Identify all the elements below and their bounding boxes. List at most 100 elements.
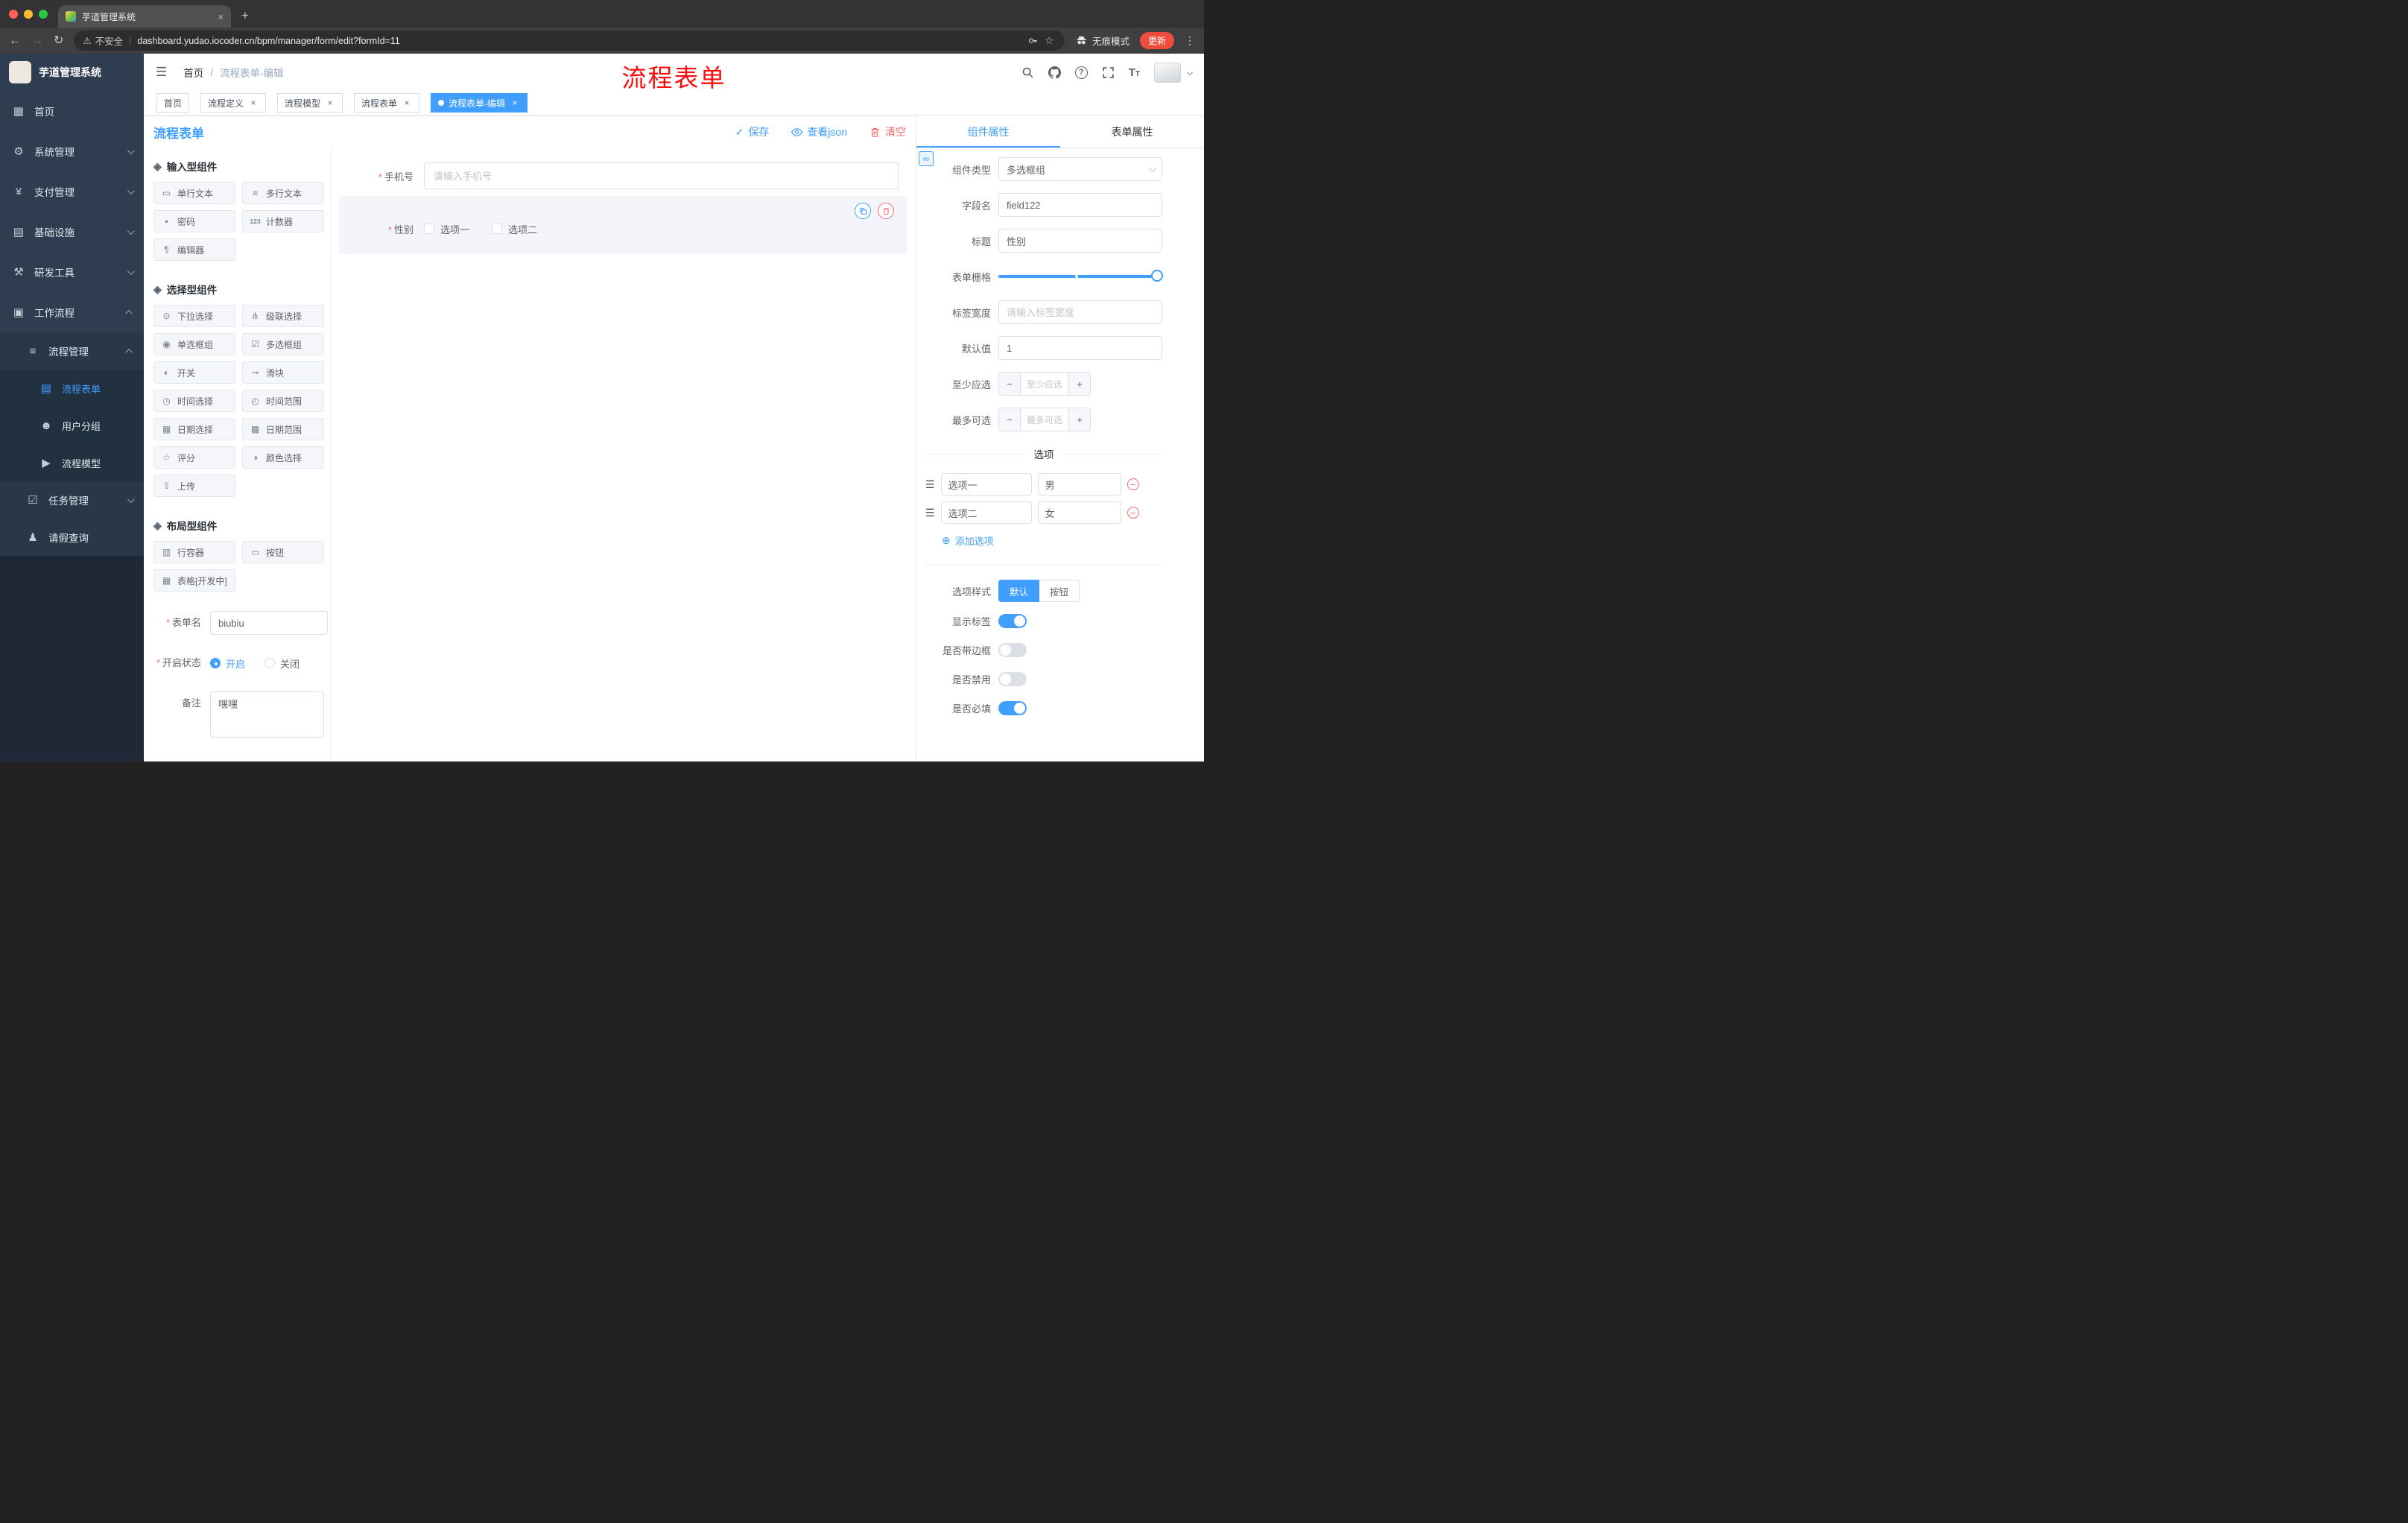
palette-item-upload[interactable]: ⇪ 上传 xyxy=(153,475,235,497)
fullscreen-icon[interactable] xyxy=(1102,66,1115,79)
palette-item-single-text[interactable]: ▭ 单行文本 xyxy=(153,182,235,204)
palette-item-dropdown[interactable]: ⊙ 下拉选择 xyxy=(153,305,235,327)
remove-option-icon[interactable]: − xyxy=(1127,507,1139,519)
tab-close-icon[interactable]: × xyxy=(218,11,224,22)
tag-process-form-edit[interactable]: 流程表单-编辑 × xyxy=(431,93,528,113)
palette-item-checkbox-group[interactable]: ☑ 多选框组 xyxy=(242,333,324,355)
plus-button[interactable]: + xyxy=(1068,373,1090,395)
palette-item-counter[interactable]: 123 计数器 xyxy=(242,210,324,232)
radio-on[interactable]: 开启 xyxy=(210,656,245,671)
sidebar-item-process-model[interactable]: ▶ 流程模型 xyxy=(0,444,144,481)
sidebar-item-leave-query[interactable]: ♟ 请假查询 xyxy=(0,519,144,556)
title-input[interactable] xyxy=(998,229,1162,253)
default-value-input[interactable] xyxy=(998,336,1162,360)
disabled-switch[interactable] xyxy=(998,672,1027,686)
minus-button[interactable]: − xyxy=(999,373,1021,395)
slider-handle[interactable] xyxy=(1151,270,1163,282)
palette-item-password[interactable]: ▪ 密码 xyxy=(153,210,235,232)
grid-slider[interactable] xyxy=(998,265,1163,288)
search-icon[interactable] xyxy=(1021,66,1034,79)
sidebar-item-system[interactable]: ⚙ 系统管理 xyxy=(0,131,144,171)
drag-handle-icon[interactable]: ☰ xyxy=(925,479,935,490)
palette-item-color-picker[interactable]: ◑ 颜色选择 xyxy=(242,446,324,469)
save-button[interactable]: ✓ 保存 xyxy=(735,124,770,139)
back-icon[interactable]: ← xyxy=(9,34,21,47)
sidebar-item-task-mgmt[interactable]: ☑ 任务管理 xyxy=(0,481,144,519)
palette-item-radio-group[interactable]: ◉ 单选框组 xyxy=(153,333,235,355)
sidebar-item-home[interactable]: ▦ 首页 xyxy=(0,91,144,131)
palette-item-row-container[interactable]: ▥ 行容器 xyxy=(153,541,235,563)
password-key-icon[interactable] xyxy=(1027,35,1039,46)
avatar[interactable] xyxy=(1154,62,1181,83)
sidebar-item-workflow[interactable]: ▣ 工作流程 xyxy=(0,292,144,332)
github-icon[interactable] xyxy=(1048,66,1061,79)
sidebar-item-process-form[interactable]: ▤ 流程表单 xyxy=(0,370,144,407)
maximize-window-button[interactable] xyxy=(39,9,48,19)
checkbox-option-1[interactable]: 选项一 xyxy=(424,222,469,236)
max-select-placeholder[interactable]: 最多可选 xyxy=(1021,408,1068,431)
palette-item-rate[interactable]: ☆ 评分 xyxy=(153,446,235,469)
font-size-icon[interactable]: TT xyxy=(1129,66,1140,79)
option-2-value-input[interactable] xyxy=(1037,501,1121,524)
palette-item-slider[interactable]: ⊸ 滑块 xyxy=(242,361,324,384)
required-switch[interactable] xyxy=(998,701,1027,715)
reload-icon[interactable]: ↻ xyxy=(54,34,63,47)
palette-item-time-picker[interactable]: ◷ 时间选择 xyxy=(153,390,235,412)
field-name-input[interactable] xyxy=(998,193,1162,217)
link-icon[interactable]: ∞ xyxy=(919,151,934,166)
tag-close-icon[interactable]: × xyxy=(248,98,259,108)
drag-handle-icon[interactable]: ☰ xyxy=(925,507,935,518)
min-select-placeholder[interactable]: 至少应选 xyxy=(1021,373,1068,395)
tag-close-icon[interactable]: × xyxy=(510,98,520,108)
option-1-name-input[interactable] xyxy=(940,473,1032,495)
tag-process-form[interactable]: 流程表单 × xyxy=(354,93,420,113)
tab-form-props[interactable]: 表单属性 xyxy=(1060,115,1204,148)
bookmark-star-icon[interactable]: ☆ xyxy=(1045,35,1056,46)
palette-item-cascader[interactable]: ⋔ 级联选择 xyxy=(242,305,324,327)
phone-input[interactable] xyxy=(424,162,899,189)
minus-button[interactable]: − xyxy=(999,408,1021,431)
clear-button[interactable]: 清空 xyxy=(869,124,906,139)
close-window-button[interactable] xyxy=(9,9,18,19)
palette-item-button[interactable]: ▭ 按钮 xyxy=(242,541,324,563)
canvas-item-gender-selected[interactable]: * 性别 选项一 选项二 xyxy=(339,196,907,254)
sidebar-item-infrastructure[interactable]: ▤ 基础设施 xyxy=(0,212,144,252)
add-option-button[interactable]: ⊕ 添加选项 xyxy=(942,533,1162,548)
style-default-button[interactable]: 默认 xyxy=(998,580,1040,602)
copy-component-button[interactable] xyxy=(855,203,871,219)
remove-option-icon[interactable]: − xyxy=(1127,478,1139,490)
update-button[interactable]: 更新 xyxy=(1139,32,1174,49)
palette-item-time-range[interactable]: ◴ 时间范围 xyxy=(242,390,324,412)
security-indicator[interactable]: ⚠ 不安全 xyxy=(83,34,123,48)
palette-item-date-range[interactable]: ▩ 日期范围 xyxy=(242,418,324,440)
checkbox-option-2[interactable]: 选项二 xyxy=(492,222,537,236)
border-switch[interactable] xyxy=(998,643,1027,657)
forward-icon[interactable]: → xyxy=(31,34,43,47)
plus-button[interactable]: + xyxy=(1068,408,1090,431)
tag-close-icon[interactable]: × xyxy=(402,98,412,108)
palette-item-table[interactable]: ▦ 表格[开发中] xyxy=(153,569,235,592)
radio-off[interactable]: 关闭 xyxy=(264,656,300,671)
sidebar-item-devtools[interactable]: ⚒ 研发工具 xyxy=(0,252,144,292)
breadcrumb-home[interactable]: 首页 xyxy=(183,65,203,80)
tag-process-definition[interactable]: 流程定义 × xyxy=(200,93,267,113)
palette-item-date-picker[interactable]: ▦ 日期选择 xyxy=(153,418,235,440)
component-type-select[interactable]: 多选框组 xyxy=(998,157,1162,181)
style-button-button[interactable]: 按钮 xyxy=(1039,580,1080,602)
form-name-input[interactable] xyxy=(210,611,328,635)
browser-tab[interactable]: 芋道管理系统 × xyxy=(58,5,231,28)
delete-component-button[interactable] xyxy=(878,203,894,219)
new-tab-button[interactable]: + xyxy=(241,8,249,28)
tag-process-model[interactable]: 流程模型 × xyxy=(277,93,343,113)
canvas-item-phone[interactable]: * 手机号 xyxy=(339,162,907,189)
show-label-switch[interactable] xyxy=(998,614,1027,628)
browser-menu-icon[interactable]: ⋮ xyxy=(1185,34,1195,47)
palette-item-switch[interactable]: ◐ 开关 xyxy=(153,361,235,384)
tab-component-props[interactable]: 组件属性 xyxy=(916,115,1060,148)
palette-item-editor[interactable]: ¶ 编辑器 xyxy=(153,238,235,261)
sidebar-item-payment[interactable]: ¥ 支付管理 xyxy=(0,171,144,212)
palette-item-multi-text[interactable]: ≡ 多行文本 xyxy=(242,182,324,204)
tag-close-icon[interactable]: × xyxy=(325,98,335,108)
label-width-input[interactable] xyxy=(998,300,1162,324)
sidebar-item-user-groups[interactable]: ☻ 用户分组 xyxy=(0,407,144,444)
